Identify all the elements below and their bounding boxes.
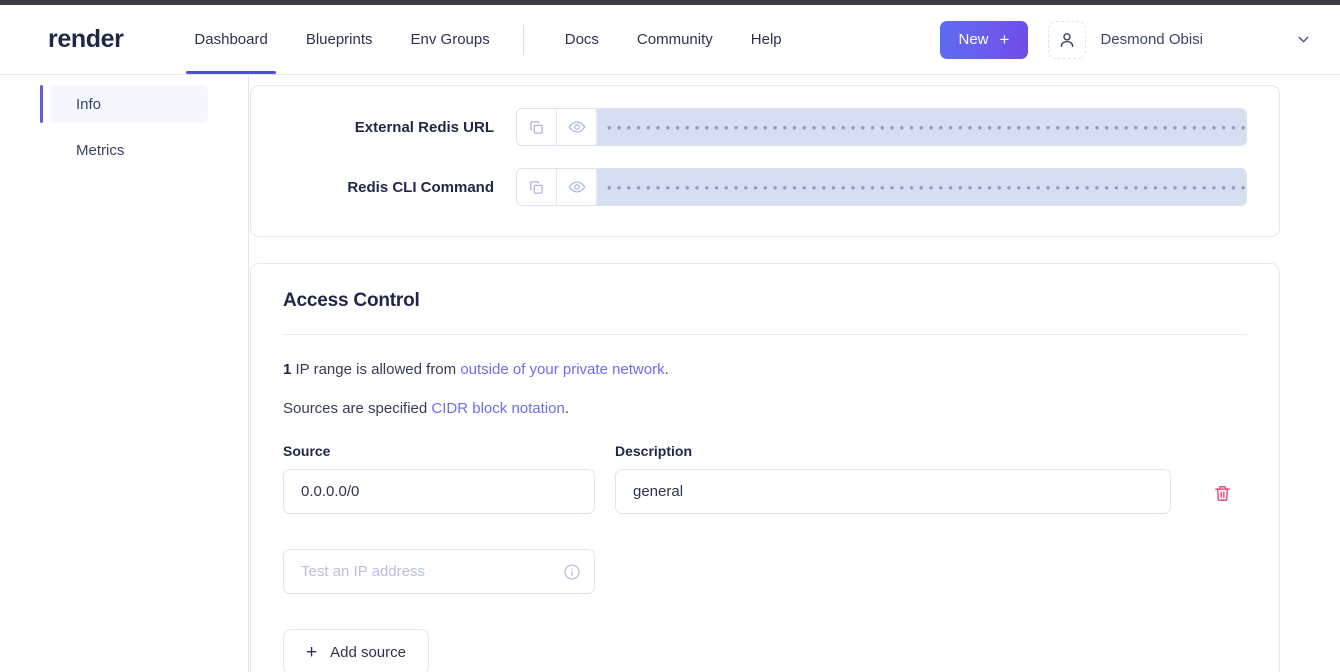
header-actions: New + Desmond Obisi bbox=[939, 20, 1313, 59]
copy-icon-glyph bbox=[530, 180, 543, 194]
field-row-redis-cli-command: Redis CLI Command ••••••••••••••••••••••… bbox=[283, 168, 1247, 206]
source-row: Source Description bbox=[283, 443, 1247, 514]
sidebar-item-label: Info bbox=[76, 95, 102, 113]
source-column: Source bbox=[283, 443, 595, 514]
new-button[interactable]: New + bbox=[939, 20, 1029, 59]
test-ip-input[interactable] bbox=[283, 549, 595, 594]
masked-value: ••••••••••••••••••••••••••••••••••••••••… bbox=[597, 109, 1246, 145]
eye-icon-glyph bbox=[568, 121, 585, 133]
nav-item-env-groups[interactable]: Env Groups bbox=[392, 5, 509, 74]
info-circle-icon-glyph bbox=[564, 563, 580, 580]
private-network-link[interactable]: outside of your private network bbox=[460, 361, 664, 378]
info-circle-icon[interactable] bbox=[563, 563, 581, 581]
field-row-external-redis-url: External Redis URL •••••••••••••••••••••… bbox=[283, 108, 1247, 146]
page-body: Info Metrics External Redis URL ••••••••… bbox=[0, 75, 1340, 672]
masked-value: ••••••••••••••••••••••••••••••••••••••••… bbox=[597, 169, 1246, 205]
field-label: Redis CLI Command bbox=[347, 178, 494, 196]
eye-icon[interactable] bbox=[557, 109, 597, 145]
account-menu-toggle[interactable] bbox=[1295, 31, 1312, 48]
sidebar-item-label: Metrics bbox=[76, 141, 125, 159]
cidr-text-after: . bbox=[564, 400, 569, 417]
eye-icon[interactable] bbox=[557, 169, 597, 205]
new-button-label: New bbox=[958, 31, 989, 48]
source-input[interactable] bbox=[283, 469, 595, 514]
nav-label: Dashboard bbox=[194, 31, 268, 48]
user-name[interactable]: Desmond Obisi bbox=[1100, 31, 1203, 48]
copy-icon[interactable] bbox=[517, 169, 557, 205]
nav-label: Docs bbox=[564, 31, 599, 48]
avatar[interactable] bbox=[1048, 20, 1087, 59]
masked-field-external-redis-url[interactable]: ••••••••••••••••••••••••••••••••••••••••… bbox=[516, 108, 1247, 146]
user-icon bbox=[1061, 32, 1074, 47]
nav-label: Community bbox=[636, 31, 713, 48]
divider bbox=[283, 334, 1247, 335]
nav-divider bbox=[522, 24, 524, 55]
sidebar-item-metrics[interactable]: Metrics bbox=[50, 131, 208, 169]
main-content: External Redis URL •••••••••••••••••••••… bbox=[249, 75, 1340, 672]
test-ip-field-wrapper bbox=[283, 549, 595, 594]
nav-item-community[interactable]: Community bbox=[618, 5, 732, 74]
sidebar-item-info[interactable]: Info bbox=[40, 85, 208, 123]
eye-icon-glyph bbox=[568, 181, 585, 193]
connection-info-card: External Redis URL •••••••••••••••••••••… bbox=[250, 85, 1280, 237]
ip-range-summary: 1 IP range is allowed from outside of yo… bbox=[283, 359, 1247, 380]
access-control-card: Access Control 1 IP range is allowed fro… bbox=[250, 263, 1280, 672]
page-title: Access Control bbox=[283, 290, 420, 311]
plus-icon: + bbox=[999, 30, 1010, 49]
plus-icon: + bbox=[306, 641, 318, 663]
render-logo[interactable]: render bbox=[48, 25, 124, 54]
nav-item-dashboard[interactable]: Dashboard bbox=[175, 5, 286, 74]
nav-label: Help bbox=[750, 31, 782, 48]
copy-icon-glyph bbox=[530, 120, 543, 134]
app-header: render Dashboard Blueprints Env Groups D… bbox=[0, 5, 1340, 75]
cidr-block-notation-link[interactable]: CIDR block notation bbox=[431, 400, 564, 417]
description-column: Description bbox=[615, 443, 1171, 514]
field-label: External Redis URL bbox=[354, 118, 494, 136]
masked-field-redis-cli-command[interactable]: ••••••••••••••••••••••••••••••••••••••••… bbox=[516, 168, 1247, 206]
cidr-text-before: Sources are specified bbox=[283, 400, 432, 417]
description-input[interactable] bbox=[615, 469, 1171, 514]
nav-label: Blueprints bbox=[305, 31, 373, 48]
trash-icon bbox=[1215, 485, 1230, 501]
nav-label: Env Groups bbox=[410, 31, 490, 48]
add-source-label: Add source bbox=[330, 643, 406, 661]
sidebar: Info Metrics bbox=[0, 75, 249, 672]
ip-range-text-before: IP range is allowed from bbox=[291, 361, 461, 378]
nav-item-docs[interactable]: Docs bbox=[546, 5, 618, 74]
add-source-button[interactable]: + Add source bbox=[283, 629, 429, 672]
cidr-notation-line: Sources are specified CIDR block notatio… bbox=[283, 398, 1247, 419]
copy-icon[interactable] bbox=[517, 109, 557, 145]
chevron-down-icon bbox=[1298, 36, 1309, 43]
description-label: Description bbox=[615, 443, 693, 459]
delete-source-button[interactable] bbox=[1213, 484, 1232, 503]
nav-item-help[interactable]: Help bbox=[732, 5, 801, 74]
source-label: Source bbox=[283, 443, 331, 459]
nav-item-blueprints[interactable]: Blueprints bbox=[287, 5, 392, 74]
ip-range-text-after: . bbox=[664, 361, 669, 378]
primary-nav: Dashboard Blueprints Env Groups Docs Com… bbox=[175, 5, 800, 74]
